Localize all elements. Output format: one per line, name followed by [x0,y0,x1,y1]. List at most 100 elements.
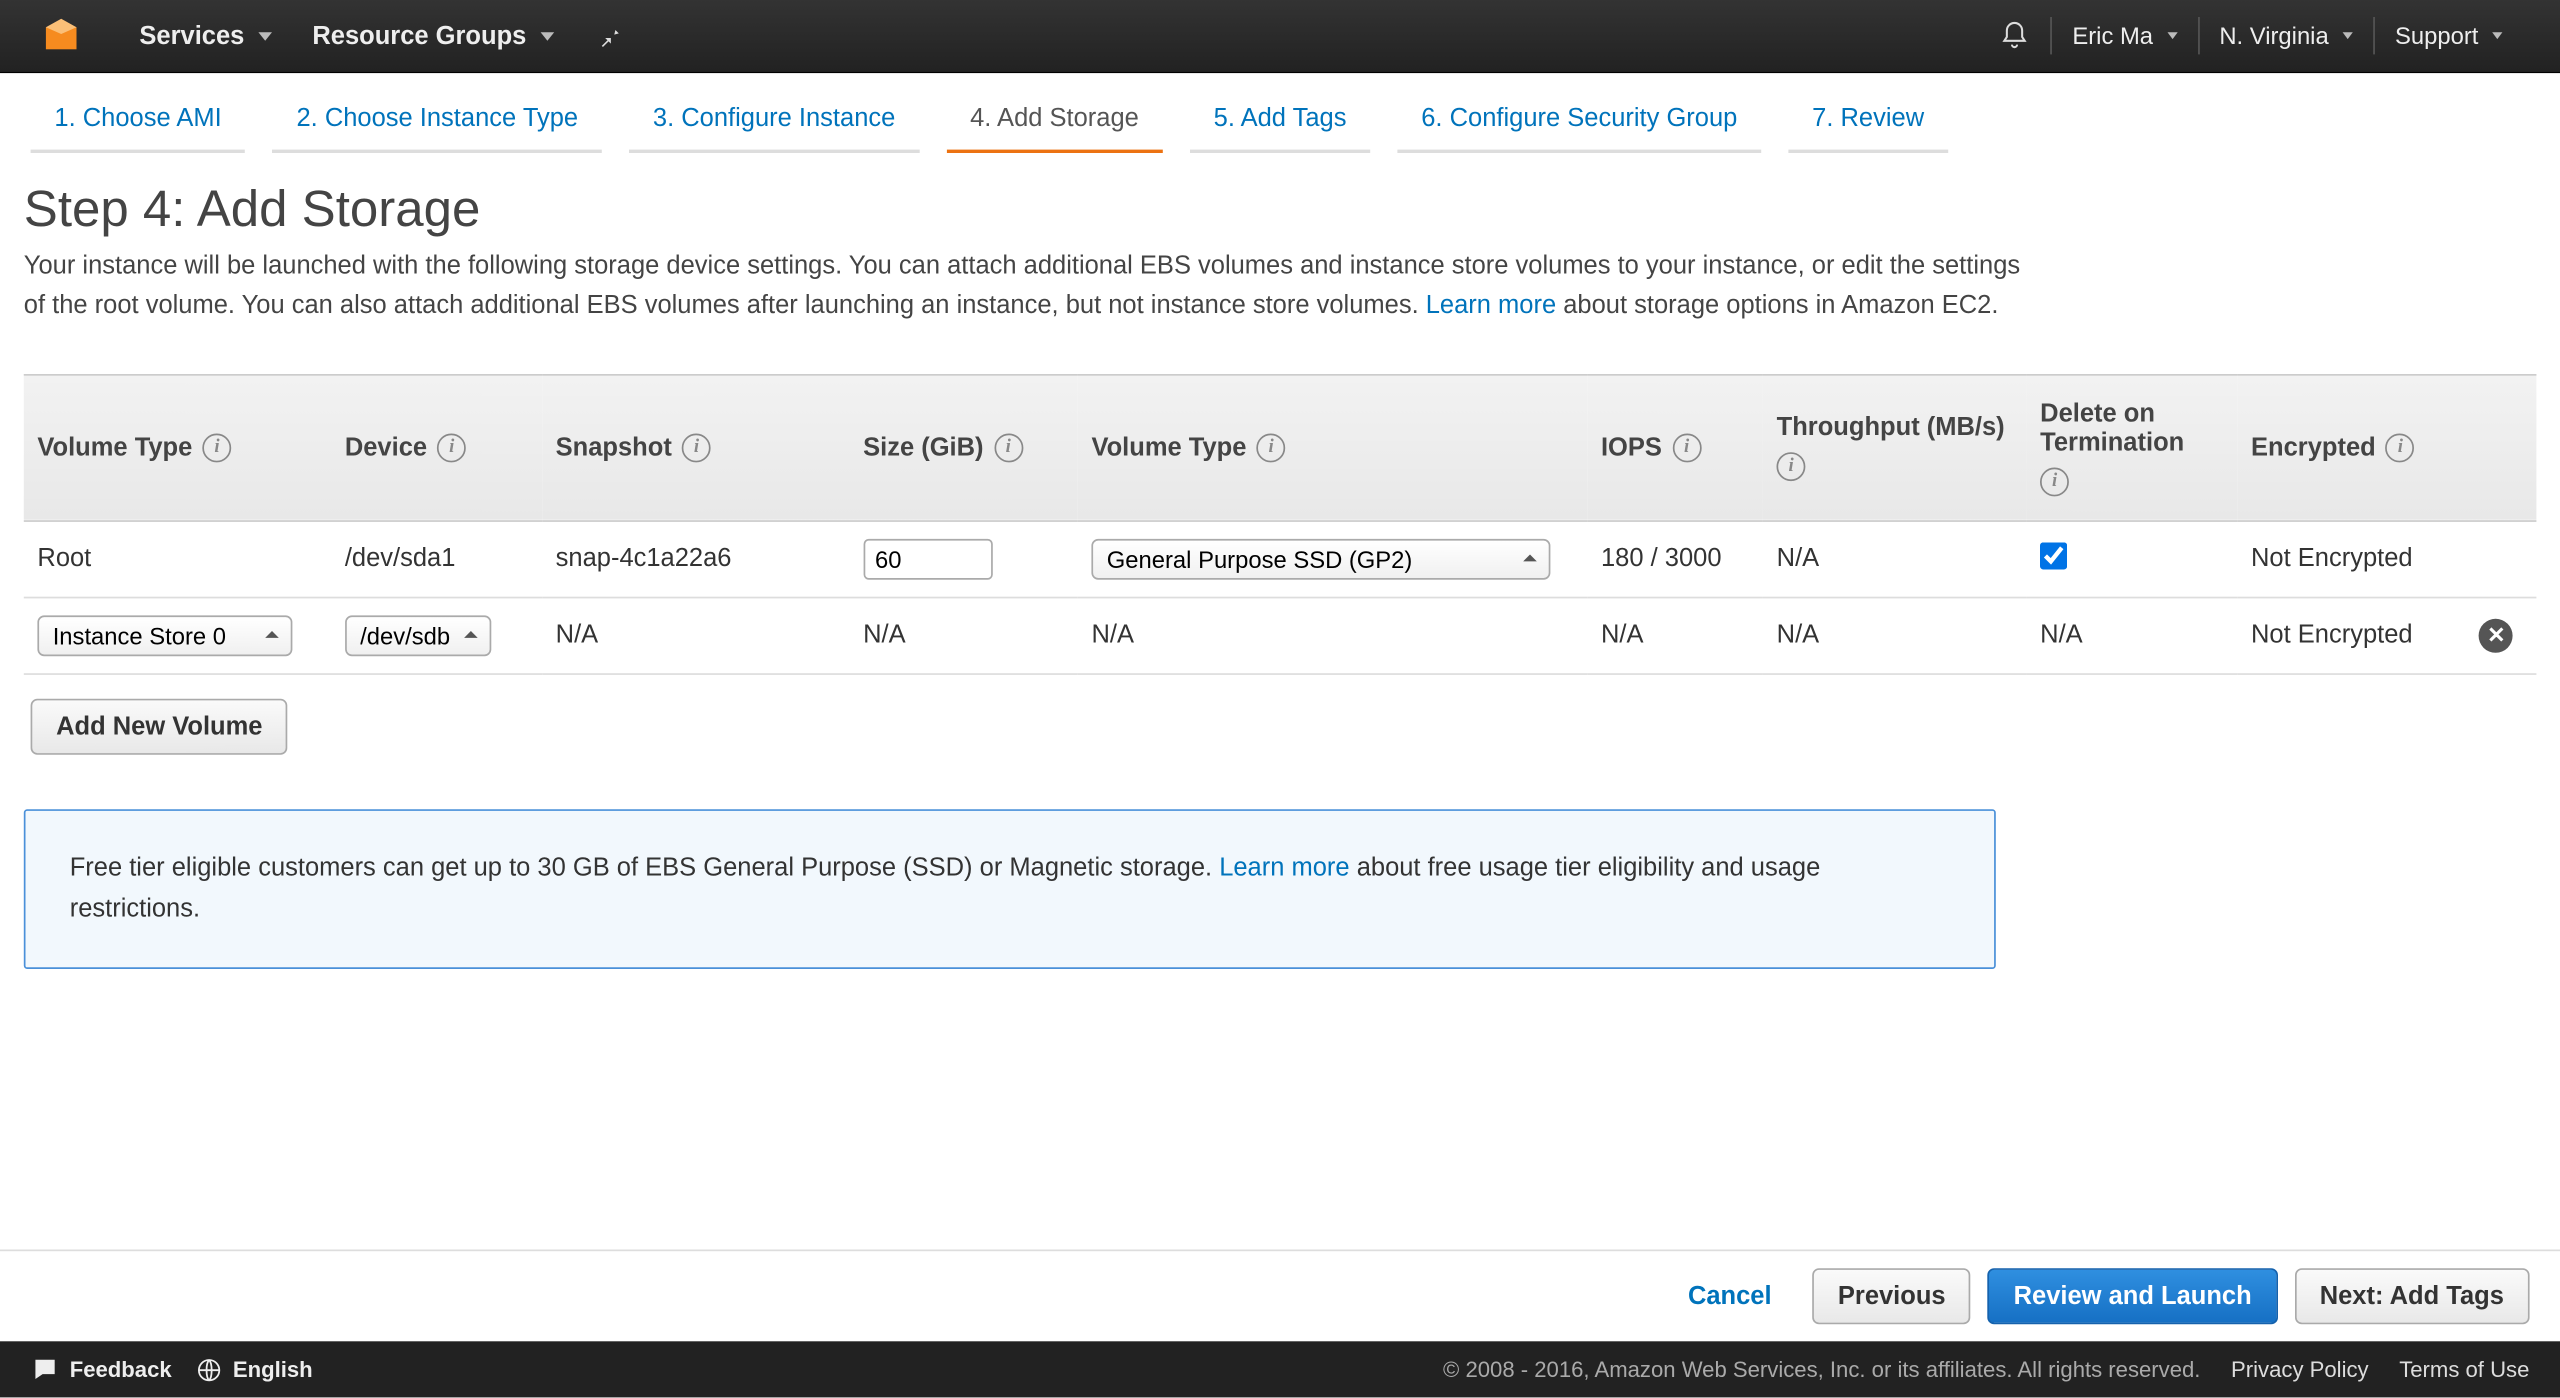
main-content: Step 4: Add Storage Your instance will b… [0,155,2560,968]
free-tier-info-box: Free tier eligible customers can get up … [24,808,1996,968]
cancel-button[interactable]: Cancel [1664,1270,1795,1323]
table-row: Root /dev/sda1 snap-4c1a22a6 General Pur… [24,520,2536,597]
feedback-link[interactable]: Feedback [31,1355,172,1384]
size-input[interactable] [863,538,992,579]
cell-snapshot: N/A [542,597,849,674]
th-label: Volume Type [37,433,192,462]
th-label: Encrypted [2251,433,2376,462]
wizard-tab-choose-ami[interactable]: 1. Choose AMI [31,87,246,153]
info-icon[interactable]: i [994,433,1023,462]
wizard-tab-review[interactable]: 7. Review [1788,87,1948,153]
th-size: Size (GiB) i [849,374,1077,520]
cell-throughput: N/A [1763,597,2027,674]
cell-size: N/A [849,597,1077,674]
cell-encrypted: Not Encrypted [2237,597,2465,674]
th-label: Throughput (MB/s) [1777,413,2005,442]
nav-divider [2373,17,2375,54]
language-selector[interactable]: English [195,1356,312,1383]
page-title: Step 4: Add Storage [24,182,2536,240]
chevron-down-icon [2167,32,2177,39]
learn-more-link[interactable]: Learn more [1426,291,1556,320]
wizard-tab-configure-security-group[interactable]: 6. Configure Security Group [1397,87,1761,153]
th-delete-on-term: Delete on Termination i [2027,374,2238,520]
device-select[interactable]: /dev/sdb [345,615,491,656]
nav-region-label: N. Virginia [2219,22,2328,49]
th-remove [2466,374,2536,520]
wizard-tab-add-storage[interactable]: 4. Add Storage [946,87,1162,153]
cell-size [849,520,1077,597]
info-text-1: Free tier eligible customers can get up … [70,853,1219,882]
wizard-tab-choose-instance-type[interactable]: 2. Choose Instance Type [273,87,602,153]
nav-user-label: Eric Ma [2072,22,2153,49]
nav-resource-groups[interactable]: Resource Groups [292,0,574,72]
nav-user[interactable]: Eric Ma [2055,0,2193,72]
info-icon[interactable]: i [682,433,711,462]
delete-on-termination-checkbox[interactable] [2040,541,2067,568]
feedback-label: Feedback [70,1357,172,1383]
instance-store-select[interactable]: Instance Store 0 [37,615,292,656]
cell-device: /dev/sdb [331,597,542,674]
th-label: Delete on Termination [2040,399,2224,457]
volume-type-select[interactable]: General Purpose SSD (GP2) [1091,538,1550,579]
chevron-down-icon [258,31,272,40]
cell-volume-type-text: N/A [1078,597,1587,674]
copyright-text: © 2008 - 2016, Amazon Web Services, Inc.… [1443,1357,2200,1383]
review-and-launch-button[interactable]: Review and Launch [1988,1269,2277,1325]
cell-volume-type-select: General Purpose SSD (GP2) [1078,520,1587,597]
info-icon[interactable]: i [203,433,232,462]
cell-delete-on-term [2027,520,2238,597]
cell-device: /dev/sda1 [331,520,542,597]
nav-region[interactable]: N. Virginia [2202,0,2369,72]
info-icon[interactable]: i [437,433,466,462]
cell-encrypted: Not Encrypted [2237,520,2465,597]
aws-logo-icon[interactable] [41,15,82,56]
wizard-tabs: 1. Choose AMI 2. Choose Instance Type 3.… [0,73,2560,155]
info-icon[interactable]: i [1777,452,1806,481]
language-label: English [233,1357,313,1383]
info-icon[interactable]: i [1672,433,1701,462]
nav-services-label: Services [139,21,244,50]
privacy-policy-link[interactable]: Privacy Policy [2231,1357,2369,1383]
th-label: Size (GiB) [863,433,983,462]
nav-resource-groups-label: Resource Groups [312,21,526,50]
nav-support[interactable]: Support [2378,0,2519,72]
previous-button[interactable]: Previous [1812,1269,1971,1325]
wizard-tab-add-tags[interactable]: 5. Add Tags [1190,87,1370,153]
terms-of-use-link[interactable]: Terms of Use [2399,1357,2529,1383]
wizard-tab-configure-instance[interactable]: 3. Configure Instance [629,87,919,153]
th-volume-type: Volume Type i [24,374,331,520]
th-label: Volume Type [1091,433,1246,462]
page-desc-text-2: about storage options in Amazon EC2. [1556,291,1998,320]
th-throughput: Throughput (MB/s) i [1763,374,2027,520]
cell-volume-type: Instance Store 0 [24,597,331,674]
th-volume-type-2: Volume Type i [1078,374,1587,520]
notifications-icon[interactable] [1982,0,2047,72]
cell-iops: N/A [1587,597,1763,674]
chevron-down-icon [540,31,554,40]
chevron-down-icon [2342,32,2352,39]
table-header-row: Volume Typei Devicei Snapshoti Size (GiB… [24,374,2536,520]
nav-support-label: Support [2395,22,2478,49]
remove-volume-icon[interactable]: ✕ [2479,618,2513,652]
chevron-down-icon [2492,32,2502,39]
storage-table: Volume Typei Devicei Snapshoti Size (GiB… [24,373,2536,674]
nav-services[interactable]: Services [119,0,292,72]
th-label: Device [345,433,427,462]
cell-delete-on-term: N/A [2027,597,2238,674]
cell-remove: ✕ [2466,597,2536,674]
footer: Feedback English © 2008 - 2016, Amazon W… [0,1342,2560,1398]
th-label: IOPS [1601,433,1662,462]
info-learn-more-link[interactable]: Learn more [1219,853,1349,882]
pin-icon[interactable] [574,0,642,72]
info-icon[interactable]: i [2386,433,2415,462]
info-icon[interactable]: i [2040,467,2069,496]
add-new-volume-button[interactable]: Add New Volume [31,698,288,754]
action-bar: Cancel Previous Review and Launch Next: … [0,1250,2560,1342]
next-add-tags-button[interactable]: Next: Add Tags [2294,1269,2529,1325]
th-snapshot: Snapshot i [542,374,849,520]
th-iops: IOPS i [1587,374,1763,520]
th-label: Snapshot [556,433,672,462]
info-icon[interactable]: i [1257,433,1286,462]
th-device: Devicei [331,374,542,520]
cell-snapshot: snap-4c1a22a6 [542,520,849,597]
